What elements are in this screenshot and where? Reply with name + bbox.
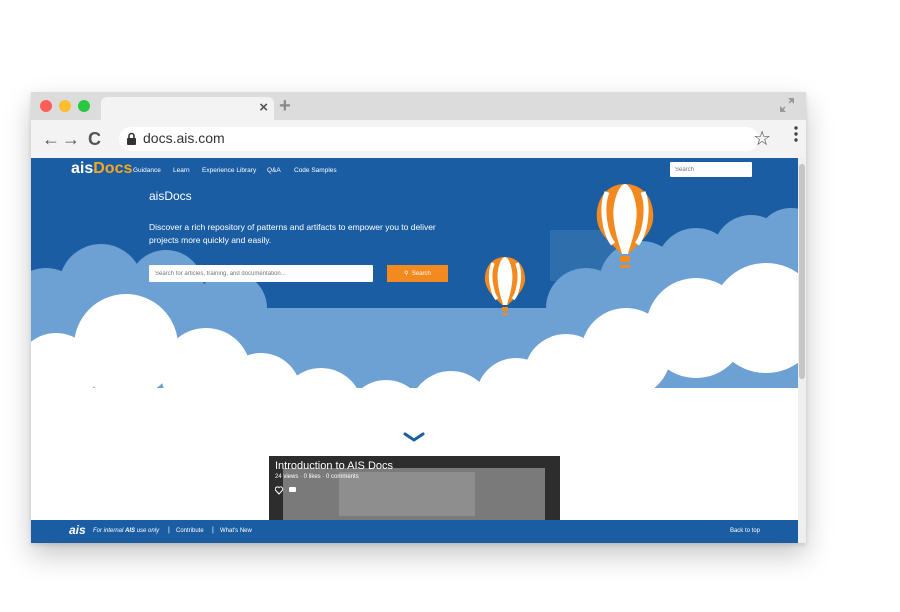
search-icon: ⚲	[404, 271, 409, 277]
hero-tagline: Discover a rich repository of patterns a…	[149, 222, 436, 245]
video-thumbnail-document	[339, 472, 475, 516]
reload-button[interactable]: C	[88, 129, 101, 149]
comment-icon[interactable]	[289, 487, 296, 492]
nav-link-code-samples[interactable]: Code Samples	[294, 167, 337, 174]
address-bar[interactable]: docs.ais.com	[119, 127, 759, 151]
bookmark-star-icon[interactable]: ☆	[753, 126, 771, 151]
url-text[interactable]: docs.ais.com	[143, 130, 225, 146]
video-stats: 24 views · 0 likes · 0 comments	[275, 474, 359, 480]
logo-ais: ais	[71, 160, 94, 177]
footer-note-prefix: For internal	[93, 528, 124, 534]
maximize-window-button[interactable]	[78, 100, 90, 112]
back-button[interactable]: ←	[42, 129, 60, 149]
large-balloon-icon	[596, 184, 654, 268]
nav-link-learn[interactable]: Learn	[173, 167, 190, 174]
footer-note-brand: AIS	[125, 528, 136, 534]
tab-strip: × +	[31, 92, 806, 120]
browser-toolbar: ← → C docs.ais.com ☆	[31, 120, 806, 158]
nav-link-guidance[interactable]: Guidance	[133, 167, 161, 174]
site-navbar: aisDocs Guidance Learn Experience Librar…	[31, 158, 798, 182]
footer-link-contribute[interactable]: Contribute	[176, 528, 204, 534]
video-actions	[275, 486, 296, 495]
close-window-button[interactable]	[40, 100, 52, 112]
page-title: aisDocs	[149, 189, 192, 203]
minimize-window-button[interactable]	[59, 100, 71, 112]
footer-separator: |	[212, 527, 214, 534]
nav-link-experience-library[interactable]: Experience Library	[202, 167, 256, 174]
hero-search-input[interactable]	[149, 265, 373, 282]
browser-window: × + ← → C docs.ais.com ☆ aisDocs Guidanc…	[31, 92, 806, 543]
footer-logo: ais	[69, 523, 86, 537]
lock-icon	[127, 132, 136, 145]
footer-link-whats-new[interactable]: What's New	[220, 528, 252, 534]
site-logo[interactable]: aisDocs	[71, 160, 132, 178]
like-heart-icon[interactable]	[275, 486, 284, 495]
logo-docs: Docs	[93, 160, 133, 177]
menu-kebab-icon[interactable]	[794, 126, 798, 142]
footer-separator: |	[168, 527, 170, 534]
hero-search-button[interactable]: ⚲ Search	[387, 265, 448, 282]
forward-button[interactable]: →	[62, 129, 80, 149]
nav-link-qa[interactable]: Q&A	[267, 167, 281, 174]
page-scrollbar[interactable]	[798, 158, 806, 543]
site-footer: ais For internal AIS use only | Contribu…	[31, 520, 798, 543]
navbar-search-input[interactable]	[670, 162, 752, 177]
footer-note: For internal AIS use only	[93, 528, 159, 534]
fullscreen-icon[interactable]	[778, 96, 796, 114]
small-balloon-icon	[484, 257, 526, 315]
scrollbar-thumb[interactable]	[799, 164, 805, 379]
hero-search-button-label: Search	[411, 271, 431, 277]
video-title[interactable]: Introduction to AIS Docs	[275, 460, 393, 472]
tab-close-icon[interactable]: ×	[259, 99, 268, 116]
browser-tab[interactable]: ×	[101, 97, 274, 120]
intro-video[interactable]: Introduction to AIS Docs 24 views · 0 li…	[269, 456, 560, 520]
footer-note-suffix: use only	[136, 528, 160, 534]
new-tab-button[interactable]: +	[279, 95, 291, 118]
back-to-top-link[interactable]: Back to top	[730, 528, 760, 534]
scroll-down-chevron-icon[interactable]	[403, 432, 425, 442]
page-viewport: aisDocs Guidance Learn Experience Librar…	[31, 158, 798, 543]
